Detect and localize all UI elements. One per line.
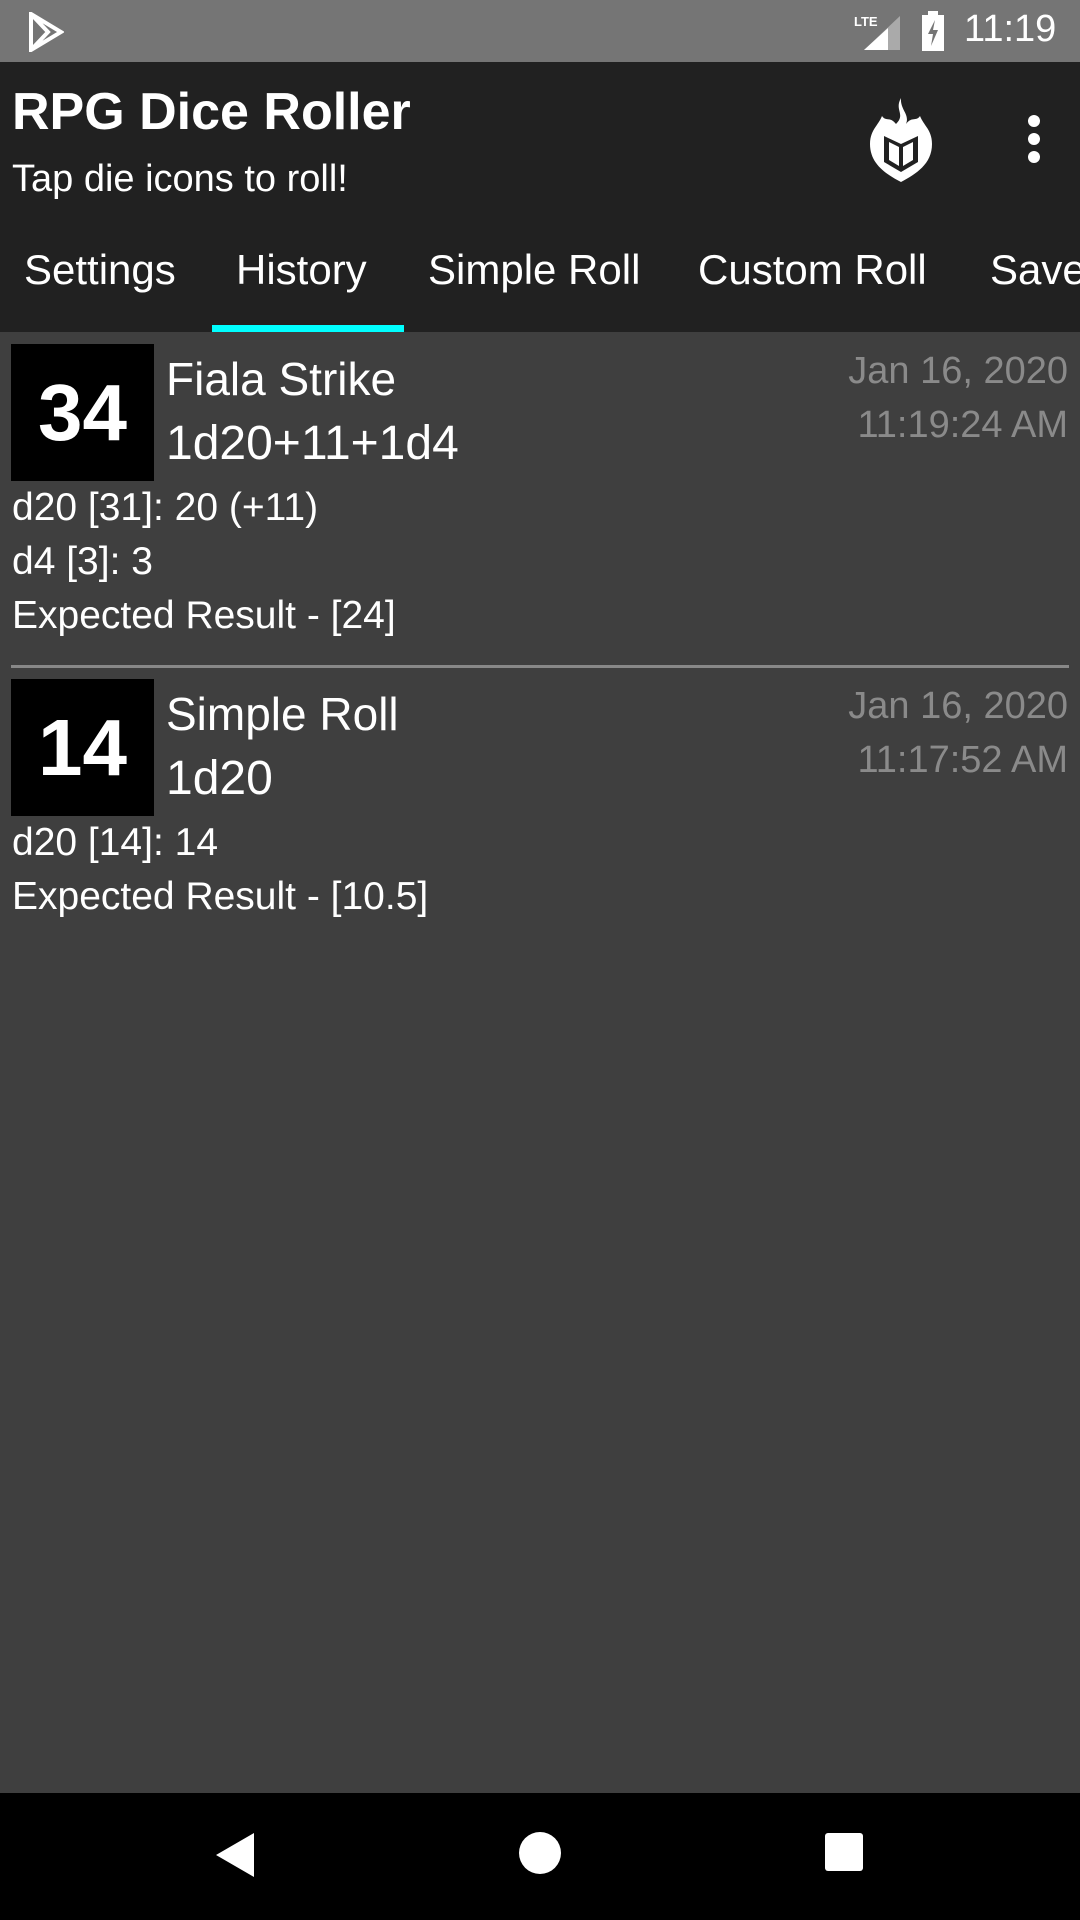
roll-date: Jan 16, 2020: [848, 685, 1068, 727]
tab-indicator: [212, 325, 404, 332]
recents-icon[interactable]: [824, 1832, 864, 1872]
svg-text:LTE: LTE: [854, 14, 878, 29]
roll-result: 14: [11, 679, 154, 816]
roll-time: 11:19:24 AM: [857, 404, 1068, 446]
flame-book-icon[interactable]: [856, 96, 946, 184]
overflow-menu-icon[interactable]: [1022, 114, 1046, 164]
app-title: RPG Dice Roller: [12, 83, 411, 141]
tab-history[interactable]: History: [236, 246, 367, 294]
roll-formula: 1d20: [166, 752, 273, 805]
back-icon[interactable]: [214, 1831, 258, 1879]
tab-custom-roll[interactable]: Custom Roll: [698, 246, 927, 294]
home-icon[interactable]: [518, 1831, 562, 1875]
lte-signal-icon: LTE: [854, 14, 900, 50]
roll-name: Fiala Strike: [166, 353, 397, 405]
roll-time: 11:17:52 AM: [857, 739, 1068, 781]
roll-detail: d20 [14]: 14: [12, 821, 219, 864]
app-subtitle: Tap die icons to roll!: [12, 158, 348, 200]
roll-date: Jan 16, 2020: [848, 350, 1068, 392]
roll-detail: d20 [31]: 20 (+11): [12, 486, 319, 529]
tab-save[interactable]: Save: [990, 246, 1080, 294]
status-bar: LTE 11:19: [0, 0, 1080, 62]
divider: [11, 665, 1069, 668]
status-time: 11:19: [964, 8, 1057, 50]
expected-result: Expected Result - [10.5]: [12, 875, 429, 918]
tab-simple-roll[interactable]: Simple Roll: [428, 246, 640, 294]
navigation-bar: [0, 1793, 1080, 1920]
tab-settings[interactable]: Settings: [24, 246, 176, 294]
roll-formula: 1d20+11+1d4: [166, 417, 459, 470]
roll-name: Simple Roll: [166, 688, 399, 740]
play-store-icon: [29, 12, 64, 52]
roll-result: 34: [11, 344, 154, 481]
battery-charging-icon: [922, 11, 944, 51]
expected-result: Expected Result - [24]: [12, 594, 396, 637]
roll-detail: d4 [3]: 3: [12, 540, 153, 583]
